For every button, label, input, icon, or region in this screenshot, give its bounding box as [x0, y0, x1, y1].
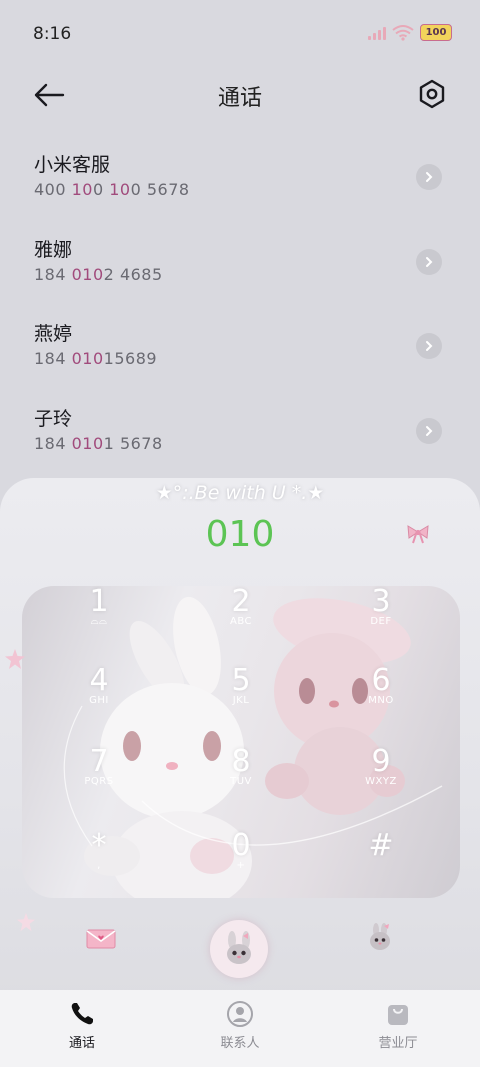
- recent-contacts-list: 小米客服 400 100 100 5678 雅娜 184 0102 4685 燕…: [0, 140, 480, 478]
- contact-row[interactable]: 雅娜 184 0102 4685: [0, 225, 480, 310]
- status-time: 8:16: [33, 24, 72, 44]
- bunny-icon[interactable]: [366, 922, 394, 952]
- bottom-navigation: 通话 联系人 营业厅: [0, 990, 480, 1067]
- key-5[interactable]: 5 JKL: [186, 665, 296, 735]
- message-icon[interactable]: [86, 928, 116, 950]
- battery-icon: 100: [420, 24, 452, 41]
- contact-row[interactable]: 燕婷 184 01015689: [0, 309, 480, 394]
- person-icon: [227, 1001, 253, 1027]
- key-6[interactable]: 6 MNO: [326, 665, 436, 735]
- key-8[interactable]: 8 TUV: [186, 746, 296, 816]
- key-hash[interactable]: #: [326, 830, 436, 900]
- contact-number: 400 100 100 5678: [34, 180, 190, 199]
- key-3[interactable]: 3 DEF: [326, 586, 436, 656]
- dialer-motto: ★°:.Be with U *.★: [155, 482, 325, 504]
- contact-number: 184 01015689: [34, 349, 158, 368]
- dial-keypad: 1 ⌓⌓ 2 ABC 3 DEF 4 GHI 5 JKL 6 MNO 7 PQRS 8 TUV …: [22, 586, 460, 898]
- contact-name: 子玲: [34, 407, 73, 430]
- key-star[interactable]: *,: [44, 830, 154, 900]
- contact-detail-chevron-icon[interactable]: [416, 164, 442, 190]
- contact-detail-chevron-icon[interactable]: [416, 333, 442, 359]
- header: 通话: [0, 72, 480, 118]
- key-2[interactable]: 2 ABC: [186, 586, 296, 656]
- phone-icon: [71, 1003, 93, 1025]
- signal-icon: [368, 26, 386, 40]
- contact-detail-chevron-icon[interactable]: [416, 248, 442, 275]
- contact-number: 184 0102 4685: [34, 264, 163, 284]
- contact-row[interactable]: 子玲 184 0101 5678: [0, 394, 480, 479]
- dialer-actions: [0, 920, 480, 980]
- settings-icon[interactable]: [416, 78, 448, 110]
- key-4[interactable]: 4 GHI: [44, 665, 154, 735]
- page-title: 通话: [217, 86, 262, 111]
- contact-name: 燕婷: [34, 323, 73, 345]
- bow-icon: [407, 525, 429, 544]
- contact-row[interactable]: 小米客服 400 100 100 5678: [0, 140, 480, 225]
- nav-service-hall[interactable]: 营业厅: [353, 1000, 443, 1051]
- nav-calls[interactable]: 通话: [37, 1000, 127, 1051]
- nav-contacts[interactable]: 联系人: [195, 1000, 285, 1051]
- contact-number: 184 0101 5678: [34, 433, 163, 453]
- contact-name: 小米客服: [34, 154, 111, 176]
- key-7[interactable]: 7 PQRS: [44, 746, 154, 816]
- contact-name: 雅娜: [34, 238, 73, 261]
- call-button[interactable]: [210, 920, 268, 978]
- key-0[interactable]: 0 +: [186, 830, 296, 900]
- voicemail-icon: ⌓⌓: [90, 616, 108, 627]
- wifi-icon: [392, 24, 414, 41]
- star-decoration-icon: [5, 649, 25, 669]
- status-icons: 100: [368, 24, 452, 41]
- bag-icon: [388, 1005, 408, 1025]
- key-9[interactable]: 9 WXYZ: [326, 746, 436, 816]
- contact-detail-chevron-icon[interactable]: [416, 417, 442, 444]
- status-bar: 8:16 100: [0, 0, 480, 66]
- key-1[interactable]: 1 ⌓⌓: [44, 586, 154, 656]
- bunny-call-icon: [227, 931, 251, 964]
